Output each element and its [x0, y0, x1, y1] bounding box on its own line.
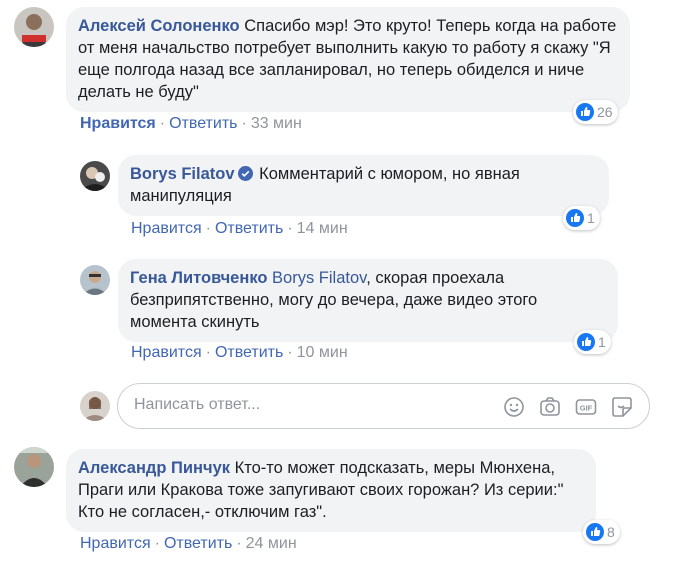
comment-actions: Нравится · Ответить · 33 мин: [80, 115, 302, 133]
reaction-count-badge[interactable]: 8: [583, 520, 620, 544]
like-reaction-icon: [577, 333, 595, 351]
reaction-count: 8: [607, 524, 615, 540]
reply-button[interactable]: Ответить: [164, 535, 232, 552]
like-button[interactable]: Нравится: [80, 535, 151, 552]
reaction-count: 1: [598, 334, 606, 350]
emoji-icon[interactable]: [502, 395, 526, 419]
separator: ·: [154, 535, 160, 552]
reply-input[interactable]: Написать ответ... GIF: [117, 383, 650, 429]
like-reaction-icon: [576, 103, 594, 121]
reply-button[interactable]: Ответить: [169, 115, 237, 132]
comment-time[interactable]: 14 мин: [297, 220, 348, 237]
separator: ·: [287, 220, 293, 237]
comment-actions: Нравится · Ответить · 14 мин: [131, 220, 348, 238]
comment-bubble: Александр Пинчук Кто-то может подсказать…: [66, 449, 596, 532]
comment-time[interactable]: 10 мин: [297, 344, 348, 361]
comment-actions: Нравится · Ответить · 10 мин: [131, 344, 348, 362]
avatar-borys[interactable]: [80, 161, 110, 191]
comment-time[interactable]: 33 мин: [251, 115, 302, 132]
verified-badge-icon: [237, 166, 253, 181]
comment-time[interactable]: 24 мин: [246, 535, 297, 552]
reaction-count-badge[interactable]: 1: [574, 330, 611, 354]
separator: ·: [236, 535, 242, 552]
reply-button[interactable]: Ответить: [215, 220, 283, 237]
like-button[interactable]: Нравится: [131, 220, 202, 237]
separator: ·: [205, 220, 211, 237]
reaction-count: 1: [587, 210, 595, 226]
comment-actions: Нравится · Ответить · 24 мин: [80, 535, 297, 553]
comment-author-link[interactable]: Гена Литовченко: [130, 269, 267, 287]
avatar-aleksey[interactable]: [14, 7, 54, 47]
gif-icon[interactable]: GIF: [574, 395, 598, 419]
separator: ·: [205, 344, 211, 361]
comment-author-link[interactable]: Алексей Солоненко: [78, 17, 240, 35]
reply-button[interactable]: Ответить: [215, 344, 283, 361]
camera-icon[interactable]: [538, 395, 562, 419]
comment-bubble: Алексей Солоненко Спасибо мэр! Это круто…: [66, 7, 630, 112]
comment-author-link[interactable]: Александр Пинчук: [78, 459, 230, 477]
separator: ·: [287, 344, 293, 361]
comment-author-link[interactable]: Borys Filatov: [130, 165, 235, 183]
separator: ·: [241, 115, 247, 132]
like-button[interactable]: Нравится: [131, 344, 202, 361]
comment-bubble: Borys Filatov Комментарий с юмором, но я…: [118, 155, 609, 216]
reaction-count-badge[interactable]: 26: [573, 100, 618, 124]
comment-bubble: Гена Литовченко Borys Filatov, скорая пр…: [118, 259, 618, 342]
like-button[interactable]: Нравится: [80, 115, 156, 132]
reaction-count: 26: [597, 104, 613, 120]
reply-placeholder: Написать ответ...: [134, 396, 261, 413]
avatar-aleksandr[interactable]: [14, 447, 54, 487]
avatar-gena[interactable]: [80, 265, 110, 295]
separator: ·: [159, 115, 166, 132]
sticker-icon[interactable]: [610, 395, 634, 419]
avatar-current-user: [80, 391, 110, 421]
mention-link[interactable]: Borys Filatov: [272, 269, 366, 287]
like-reaction-icon: [586, 523, 604, 541]
reaction-count-badge[interactable]: 1: [563, 206, 600, 230]
like-reaction-icon: [566, 209, 584, 227]
svg-text:GIF: GIF: [580, 404, 593, 413]
